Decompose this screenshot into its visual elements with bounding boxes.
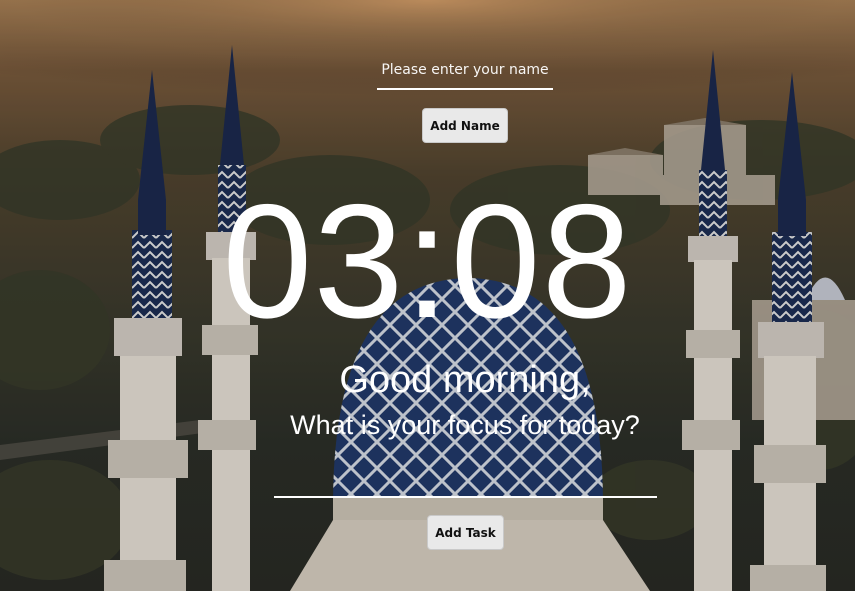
task-input[interactable]: [274, 460, 657, 498]
greeting-text: Good morning,: [339, 359, 591, 401]
clock-display: 03:08: [222, 171, 633, 352]
focus-question: What is your focus for today?: [290, 410, 640, 440]
add-task-button[interactable]: Add Task: [427, 515, 504, 550]
add-name-button[interactable]: Add Name: [422, 108, 508, 143]
name-input[interactable]: [377, 52, 553, 90]
